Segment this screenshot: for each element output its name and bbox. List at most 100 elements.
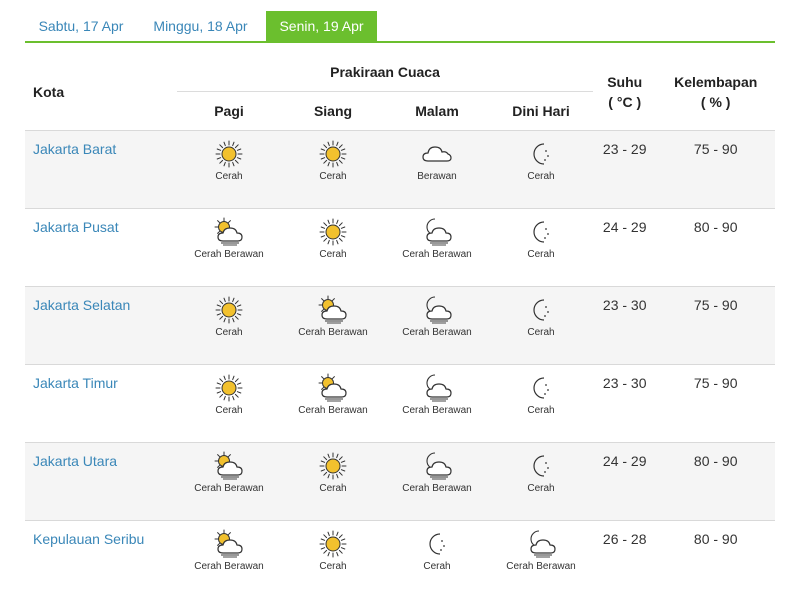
- moon-cloud-icon: [420, 451, 454, 481]
- weather-cell: Cerah: [489, 365, 593, 443]
- sun-icon: [316, 451, 350, 481]
- moon-icon: [524, 451, 558, 481]
- weather-cell: Cerah: [489, 131, 593, 209]
- weather-cell: Cerah: [281, 131, 385, 209]
- weather-cell: Cerah: [489, 443, 593, 521]
- tab-sabtu[interactable]: Sabtu, 17 Apr: [25, 11, 137, 41]
- weather-cell: Cerah Berawan: [385, 365, 489, 443]
- table-row: Jakarta UtaraCerah BerawanCerahCerah Ber…: [25, 443, 775, 521]
- weather-label: Cerah Berawan: [386, 327, 488, 338]
- weather-cell: Cerah Berawan: [385, 287, 489, 365]
- city-link[interactable]: Jakarta Barat: [25, 131, 177, 209]
- tab-minggu[interactable]: Minggu, 18 Apr: [142, 11, 259, 41]
- weather-label: Cerah: [386, 561, 488, 572]
- temperature-range: 23 - 29: [593, 131, 656, 209]
- weather-cell: Cerah: [177, 287, 281, 365]
- weather-label: Cerah: [490, 171, 592, 182]
- weather-label: Cerah: [490, 405, 592, 416]
- weather-label: Berawan: [386, 171, 488, 182]
- city-link[interactable]: Jakarta Selatan: [25, 287, 177, 365]
- header-dini-hari: Dini Hari: [489, 92, 593, 131]
- sun-icon: [212, 295, 246, 325]
- temperature-range: 23 - 30: [593, 365, 656, 443]
- weather-cell: Cerah: [177, 131, 281, 209]
- weather-label: Cerah Berawan: [386, 249, 488, 260]
- humidity-range: 75 - 90: [656, 287, 775, 365]
- weather-cell: Cerah Berawan: [281, 365, 385, 443]
- header-kelembapan-unit: ( % ): [657, 92, 774, 112]
- weather-cell: Cerah Berawan: [177, 443, 281, 521]
- weather-cell: Cerah: [489, 209, 593, 287]
- sun-cloud-icon: [316, 373, 350, 403]
- sun-icon: [212, 139, 246, 169]
- sun-icon: [316, 139, 350, 169]
- header-malam: Malam: [385, 92, 489, 131]
- moon-cloud-icon: [420, 373, 454, 403]
- header-kelembapan: Kelembapan ( % ): [656, 53, 775, 131]
- header-kota: Kota: [25, 53, 177, 131]
- humidity-range: 80 - 90: [656, 209, 775, 287]
- weather-label: Cerah Berawan: [386, 483, 488, 494]
- weather-label: Cerah: [178, 327, 280, 338]
- weather-cell: Cerah Berawan: [385, 443, 489, 521]
- weather-cell: Cerah Berawan: [177, 521, 281, 598]
- tab-senin[interactable]: Senin, 19 Apr: [266, 11, 377, 41]
- sun-cloud-icon: [316, 295, 350, 325]
- weather-cell: Cerah Berawan: [281, 287, 385, 365]
- city-link[interactable]: Jakarta Timur: [25, 365, 177, 443]
- weather-cell: Berawan: [385, 131, 489, 209]
- humidity-range: 80 - 90: [656, 521, 775, 598]
- city-link[interactable]: Jakarta Utara: [25, 443, 177, 521]
- sun-icon: [316, 529, 350, 559]
- weather-cell: Cerah: [177, 365, 281, 443]
- table-row: Kepulauan SeribuCerah BerawanCerahCerahC…: [25, 521, 775, 598]
- temperature-range: 24 - 29: [593, 443, 656, 521]
- temperature-range: 26 - 28: [593, 521, 656, 598]
- moon-icon: [524, 139, 558, 169]
- weather-cell: Cerah Berawan: [385, 209, 489, 287]
- humidity-range: 75 - 90: [656, 131, 775, 209]
- weather-label: Cerah Berawan: [178, 561, 280, 572]
- weather-label: Cerah Berawan: [178, 483, 280, 494]
- weather-cell: Cerah: [281, 443, 385, 521]
- header-siang: Siang: [281, 92, 385, 131]
- weather-label: Cerah: [490, 249, 592, 260]
- header-kelembapan-label: Kelembapan: [674, 74, 757, 90]
- city-link[interactable]: Jakarta Pusat: [25, 209, 177, 287]
- weather-label: Cerah: [178, 405, 280, 416]
- table-row: Jakarta PusatCerah BerawanCerahCerah Ber…: [25, 209, 775, 287]
- weather-cell: Cerah: [281, 209, 385, 287]
- weather-label: Cerah: [490, 483, 592, 494]
- temperature-range: 24 - 29: [593, 209, 656, 287]
- header-prakiraan: Prakiraan Cuaca: [177, 53, 593, 92]
- weather-label: Cerah: [282, 483, 384, 494]
- weather-cell: Cerah: [281, 521, 385, 598]
- weather-label: Cerah: [282, 249, 384, 260]
- weather-cell: Cerah: [385, 521, 489, 598]
- moon-icon: [524, 217, 558, 247]
- weather-label: Cerah Berawan: [282, 327, 384, 338]
- sun-cloud-icon: [212, 529, 246, 559]
- sun-cloud-icon: [212, 217, 246, 247]
- city-link[interactable]: Kepulauan Seribu: [25, 521, 177, 598]
- weather-label: Cerah Berawan: [178, 249, 280, 260]
- header-suhu: Suhu ( °C ): [593, 53, 656, 131]
- weather-label: Cerah Berawan: [490, 561, 592, 572]
- weather-label: Cerah Berawan: [386, 405, 488, 416]
- table-row: Jakarta BaratCerahCerahBerawanCerah23 - …: [25, 131, 775, 209]
- header-suhu-unit: ( °C ): [594, 92, 655, 112]
- sun-icon: [212, 373, 246, 403]
- weather-label: Cerah Berawan: [282, 405, 384, 416]
- humidity-range: 80 - 90: [656, 443, 775, 521]
- moon-icon: [524, 373, 558, 403]
- cloud-icon: [420, 139, 454, 169]
- weather-label: Cerah: [282, 561, 384, 572]
- weather-cell: Cerah Berawan: [489, 521, 593, 598]
- date-tabs: Sabtu, 17 Apr Minggu, 18 Apr Senin, 19 A…: [25, 11, 775, 43]
- weather-label: Cerah: [282, 171, 384, 182]
- header-pagi: Pagi: [177, 92, 281, 131]
- table-row: Jakarta SelatanCerahCerah BerawanCerah B…: [25, 287, 775, 365]
- moon-icon: [420, 529, 454, 559]
- humidity-range: 75 - 90: [656, 365, 775, 443]
- moon-icon: [524, 295, 558, 325]
